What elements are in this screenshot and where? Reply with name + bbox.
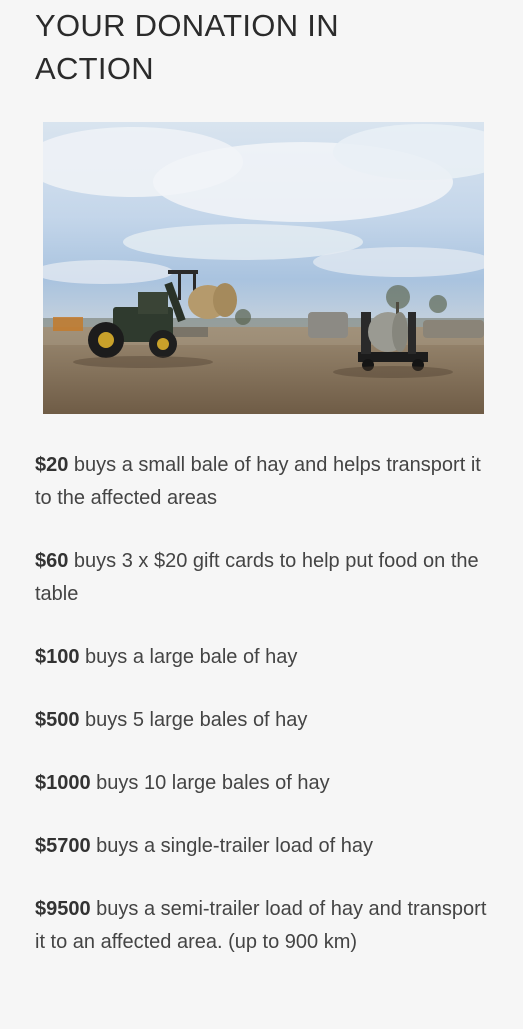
donation-amount: $9500 <box>35 898 91 920</box>
list-item: $100 buys a large bale of hay <box>35 641 495 674</box>
list-item: $20 buys a small bale of hay and helps t… <box>35 449 495 515</box>
donation-description: buys a semi-trailer load of hay and tran… <box>35 898 487 953</box>
donation-amount: $100 <box>35 646 80 668</box>
donation-description: buys 5 large bales of hay <box>79 709 308 731</box>
donation-list: $20 buys a small bale of hay and helps t… <box>35 449 495 989</box>
donation-description: buys 10 large bales of hay <box>90 772 330 794</box>
donation-section: YOUR DONATION IN ACTION $20 buys a small… <box>0 0 523 1029</box>
donation-amount: $5700 <box>35 835 91 857</box>
donation-amount: $500 <box>35 709 80 731</box>
donation-amount: $20 <box>35 454 69 476</box>
donation-description: buys a small bale of hay and helps trans… <box>35 454 481 509</box>
donation-description: buys a large bale of hay <box>79 646 298 668</box>
list-item: $1000 buys 10 large bales of hay <box>35 767 495 800</box>
donation-amount: $60 <box>35 550 69 572</box>
list-item: $500 buys 5 large bales of hay <box>35 704 495 737</box>
list-item: $60 buys 3 x $20 gift cards to help put … <box>35 545 495 611</box>
list-item: $5700 buys a single-trailer load of hay <box>35 830 495 863</box>
list-item: $9500 buys a semi-trailer load of hay an… <box>35 893 495 959</box>
tractor-hay-bales-photo <box>43 122 484 414</box>
donation-description: buys a single-trailer load of hay <box>90 835 373 857</box>
donation-description: buys 3 x $20 gift cards to help put food… <box>35 550 479 605</box>
page-title: YOUR DONATION IN ACTION <box>35 8 339 86</box>
donation-amount: $1000 <box>35 772 91 794</box>
